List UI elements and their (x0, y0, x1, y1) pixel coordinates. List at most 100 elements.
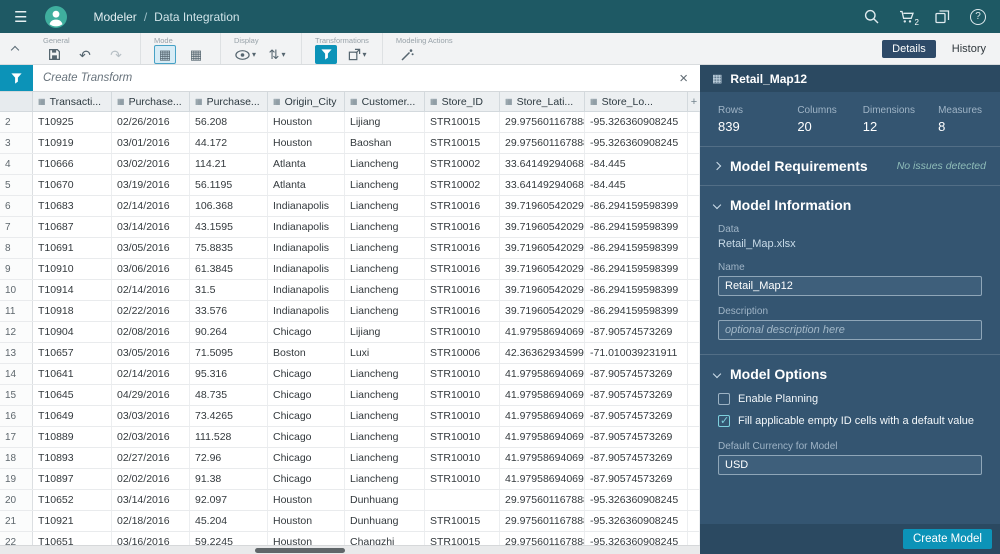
table-row[interactable]: 8T1069103/05/201675.8835IndianapolisLian… (0, 238, 700, 259)
table-row[interactable]: 7T1068703/14/201643.1595IndianapolisLian… (0, 217, 700, 238)
table-cell[interactable]: Chicago (268, 364, 345, 384)
row-number[interactable]: 19 (0, 469, 33, 489)
table-cell[interactable]: 41.97958694069 (500, 448, 585, 468)
fill-empty-checkbox[interactable] (718, 415, 730, 427)
table-cell[interactable]: Luxi (345, 343, 425, 363)
breadcrumb-app[interactable]: Modeler (93, 10, 136, 24)
table-cell[interactable]: Baoshan (345, 133, 425, 153)
table-cell[interactable]: 56.1195 (190, 175, 268, 195)
user-avatar[interactable] (45, 6, 67, 28)
table-cell[interactable]: 41.97958694069 (500, 427, 585, 447)
table-cell[interactable]: 03/19/2016 (112, 175, 190, 195)
table-cell[interactable]: 111.528 (190, 427, 268, 447)
table-cell[interactable]: STR10010 (425, 385, 500, 405)
table-cell[interactable]: -84.445 (585, 154, 688, 174)
table-cell[interactable]: 39.719605420296 (500, 238, 585, 258)
table-row[interactable]: 20T1065203/14/201692.097HoustonDunhuang2… (0, 490, 700, 511)
table-cell[interactable]: T10910 (33, 259, 112, 279)
table-cell[interactable]: T10687 (33, 217, 112, 237)
table-cell[interactable]: Boston (268, 343, 345, 363)
table-cell[interactable]: STR10015 (425, 112, 500, 132)
row-number[interactable]: 10 (0, 280, 33, 300)
table-cell[interactable]: 03/01/2016 (112, 133, 190, 153)
table-cell[interactable]: Liancheng (345, 364, 425, 384)
table-cell[interactable]: Dunhuang (345, 490, 425, 510)
grid-mode-button[interactable]: ▦ (154, 45, 176, 64)
sort-button[interactable]: ⇅ ▾ (266, 45, 288, 64)
table-cell[interactable]: STR10016 (425, 301, 500, 321)
table-cell[interactable]: T10904 (33, 322, 112, 342)
card-mode-button[interactable]: ▦ (185, 45, 207, 64)
table-cell[interactable]: 39.719605420296 (500, 280, 585, 300)
table-cell[interactable]: T10666 (33, 154, 112, 174)
table-cell[interactable] (425, 490, 500, 510)
table-row[interactable]: 10T1091402/14/201631.5IndianapolisLianch… (0, 280, 700, 301)
table-cell[interactable]: Liancheng (345, 469, 425, 489)
table-cell[interactable]: STR10002 (425, 154, 500, 174)
table-cell[interactable]: -86.294159598399 (585, 238, 688, 258)
table-row[interactable]: 14T1064102/14/201695.316ChicagoLiancheng… (0, 364, 700, 385)
table-cell[interactable]: STR10010 (425, 448, 500, 468)
table-cell[interactable]: 75.8835 (190, 238, 268, 258)
table-cell[interactable]: -95.326360908245 (585, 511, 688, 531)
table-cell[interactable]: 02/18/2016 (112, 511, 190, 531)
table-cell[interactable]: Houston (268, 511, 345, 531)
column-header[interactable]: ▦Transacti... (33, 92, 112, 111)
column-header[interactable]: ▦Purchase... (190, 92, 268, 111)
table-cell[interactable]: 33.641492940682 (500, 154, 585, 174)
table-cell[interactable]: 29.975601167888 (500, 133, 585, 153)
table-cell[interactable]: Chicago (268, 385, 345, 405)
row-number[interactable]: 12 (0, 322, 33, 342)
table-cell[interactable]: 39.719605420296 (500, 217, 585, 237)
table-row[interactable]: 19T1089702/02/201691.38ChicagoLianchengS… (0, 469, 700, 490)
table-cell[interactable]: Indianapolis (268, 259, 345, 279)
table-cell[interactable]: Liancheng (345, 175, 425, 195)
table-cell[interactable]: 02/03/2016 (112, 427, 190, 447)
table-cell[interactable]: T10649 (33, 406, 112, 426)
table-cell[interactable]: Indianapolis (268, 280, 345, 300)
table-cell[interactable]: 03/14/2016 (112, 217, 190, 237)
table-cell[interactable]: Dunhuang (345, 511, 425, 531)
column-header[interactable]: ▦Store_Lati... (500, 92, 585, 111)
table-cell[interactable]: 03/05/2016 (112, 343, 190, 363)
table-cell[interactable]: Liancheng (345, 154, 425, 174)
breadcrumb-page[interactable]: Data Integration (154, 10, 239, 24)
save-button[interactable] (43, 45, 65, 64)
table-cell[interactable]: 29.975601167888 (500, 490, 585, 510)
table-cell[interactable]: 61.3845 (190, 259, 268, 279)
table-cell[interactable]: T10897 (33, 469, 112, 489)
table-cell[interactable]: 03/02/2016 (112, 154, 190, 174)
table-cell[interactable]: 31.5 (190, 280, 268, 300)
table-cell[interactable]: Houston (268, 133, 345, 153)
table-cell[interactable]: 44.172 (190, 133, 268, 153)
table-row[interactable]: 3T1091903/01/201644.172HoustonBaoshanSTR… (0, 133, 700, 154)
table-row[interactable]: 17T1088902/03/2016111.528ChicagoLianchen… (0, 427, 700, 448)
table-cell[interactable]: Liancheng (345, 385, 425, 405)
table-cell[interactable]: Chicago (268, 322, 345, 342)
table-cell[interactable]: STR10002 (425, 175, 500, 195)
row-number[interactable]: 2 (0, 112, 33, 132)
table-cell[interactable]: 02/14/2016 (112, 364, 190, 384)
row-number[interactable]: 6 (0, 196, 33, 216)
table-cell[interactable]: Atlanta (268, 154, 345, 174)
table-cell[interactable]: Liancheng (345, 217, 425, 237)
model-name-input[interactable] (718, 276, 982, 296)
table-cell[interactable]: 73.4265 (190, 406, 268, 426)
close-icon[interactable]: × (679, 71, 688, 86)
table-cell[interactable]: 03/06/2016 (112, 259, 190, 279)
table-cell[interactable]: 39.719605420296 (500, 259, 585, 279)
table-cell[interactable]: -87.90574573269 (585, 406, 688, 426)
table-cell[interactable]: T10641 (33, 364, 112, 384)
hamburger-menu-icon[interactable]: ☰ (14, 8, 27, 26)
table-cell[interactable]: STR10016 (425, 259, 500, 279)
table-cell[interactable]: 02/14/2016 (112, 196, 190, 216)
column-header[interactable]: ▦Store_Lo... (585, 92, 688, 111)
table-cell[interactable]: Liancheng (345, 427, 425, 447)
table-cell[interactable]: 95.316 (190, 364, 268, 384)
create-transform-placeholder[interactable]: Create Transform (43, 72, 132, 84)
row-number[interactable]: 13 (0, 343, 33, 363)
row-number[interactable]: 15 (0, 385, 33, 405)
visibility-button[interactable]: ▾ (234, 45, 257, 64)
section-model-information[interactable]: Model Information (700, 186, 1000, 224)
table-cell[interactable]: 33.641492940682 (500, 175, 585, 195)
